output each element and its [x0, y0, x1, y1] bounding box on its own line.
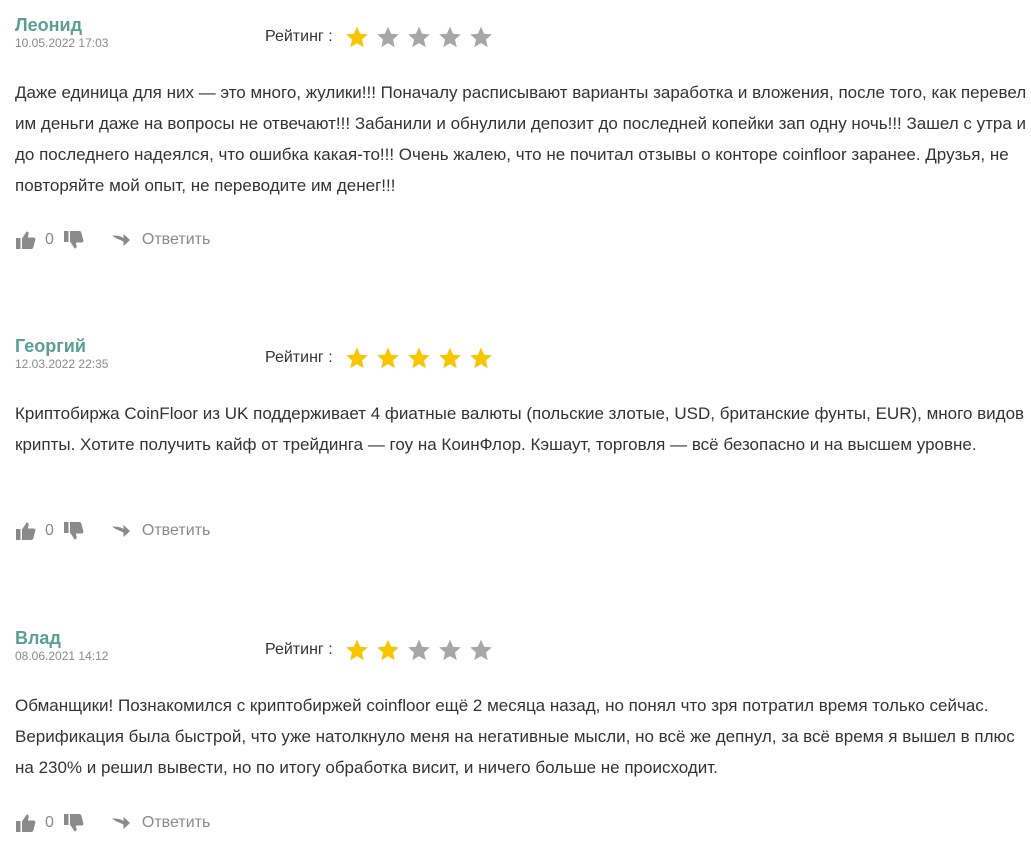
thumbs-down-icon[interactable]	[63, 813, 85, 833]
review-actions: 0 Ответить	[15, 521, 210, 541]
review-author: Леонид	[15, 15, 82, 35]
star-filled-icon	[345, 25, 369, 49]
reply-label: Ответить	[141, 522, 211, 539]
reply-label: Ответить	[141, 814, 211, 831]
star-filled-icon	[376, 638, 400, 662]
review-author: Влад	[15, 628, 61, 648]
thumbs-up-icon[interactable]	[15, 230, 37, 250]
star-empty-icon	[438, 25, 462, 49]
thumbs-down-icon[interactable]	[63, 521, 85, 541]
review-rating: Рейтинг :	[265, 22, 500, 52]
star-empty-icon	[407, 638, 431, 662]
star-empty-icon	[438, 638, 462, 662]
star-empty-icon	[407, 25, 431, 49]
reply-button[interactable]: Ответить	[110, 813, 210, 833]
rating-label: Рейтинг :	[265, 349, 333, 366]
vote-count: 0	[45, 231, 54, 248]
review-actions: 0 Ответить	[15, 230, 210, 250]
star-filled-icon	[376, 346, 400, 370]
star-filled-icon	[469, 346, 493, 370]
reply-label: Ответить	[141, 231, 211, 248]
review-date: 12.03.2022 22:35	[15, 357, 109, 371]
rating-label: Рейтинг :	[265, 28, 333, 45]
vote-count: 0	[45, 814, 54, 831]
star-filled-icon	[407, 346, 431, 370]
reply-button[interactable]: Ответить	[110, 230, 210, 250]
review-actions: 0 Ответить	[15, 813, 210, 833]
rating-stars	[345, 25, 500, 49]
rating-label: Рейтинг :	[265, 641, 333, 658]
review-author: Георгий	[15, 336, 86, 356]
star-filled-icon	[345, 346, 369, 370]
star-filled-icon	[438, 346, 462, 370]
review-rating: Рейтинг :	[265, 343, 500, 373]
rating-stars	[345, 638, 500, 662]
review-text: Криптобиржа CoinFloor из UK поддерживает…	[15, 404, 1025, 454]
vote-count: 0	[45, 522, 54, 539]
review-date: 10.05.2022 17:03	[15, 36, 109, 50]
star-empty-icon	[469, 25, 493, 49]
review-rating: Рейтинг :	[265, 635, 500, 665]
rating-stars	[345, 346, 500, 370]
reply-button[interactable]: Ответить	[110, 521, 210, 541]
review-date: 08.06.2021 14:12	[15, 649, 109, 663]
reply-arrow-icon	[110, 230, 132, 250]
review-text: Даже единица для них — это много, жулики…	[15, 83, 1027, 195]
thumbs-down-icon[interactable]	[63, 230, 85, 250]
star-empty-icon	[376, 25, 400, 49]
star-empty-icon	[469, 638, 493, 662]
reply-arrow-icon	[110, 813, 132, 833]
thumbs-up-icon[interactable]	[15, 813, 37, 833]
thumbs-up-icon[interactable]	[15, 521, 37, 541]
star-filled-icon	[345, 638, 369, 662]
review-text: Обманщики! Познакомился с криптобиржей c…	[15, 696, 1015, 777]
reply-arrow-icon	[110, 521, 132, 541]
